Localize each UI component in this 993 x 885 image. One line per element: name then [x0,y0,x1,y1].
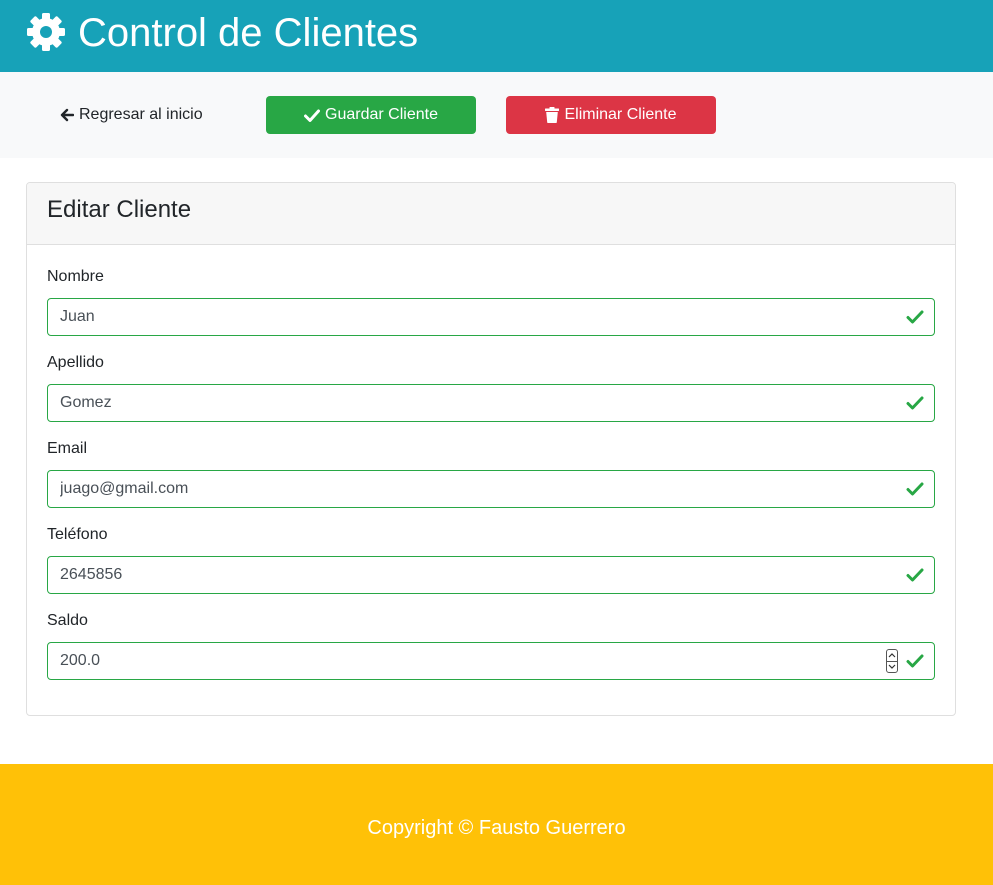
field-email: Email [47,439,935,508]
delete-client-button[interactable]: Eliminar Cliente [506,96,716,134]
apellido-input[interactable] [60,385,860,421]
saldo-stepper[interactable] [886,649,898,673]
stepper-down-icon[interactable] [887,660,897,673]
saldo-input-wrapper [47,642,935,680]
valid-check-icon [906,568,924,582]
app-title: Control de Clientes [78,11,419,55]
copyright-text: Copyright © Fausto Guerrero [367,817,626,839]
card-header: Editar Cliente [27,183,955,245]
app-header: Control de Clientes [0,0,993,72]
nombre-input-wrapper [47,298,935,336]
nombre-input[interactable] [60,299,860,335]
field-telefono: Teléfono [47,525,935,594]
telefono-input[interactable] [60,557,860,593]
telefono-label: Teléfono [47,526,108,543]
delete-button-label: Eliminar Cliente [564,106,677,123]
apellido-input-wrapper [47,384,935,422]
check-icon [304,109,321,122]
save-button-label: Guardar Cliente [325,106,438,123]
field-apellido: Apellido [47,353,935,422]
back-to-home-link[interactable]: Regresar al inicio [60,105,203,125]
valid-check-icon [906,654,924,668]
email-input[interactable] [60,471,860,507]
gear-icon [27,13,65,51]
valid-check-icon [906,396,924,410]
arrow-left-icon [60,108,74,122]
action-toolbar: Regresar al inicio Guardar Cliente Elimi… [0,72,993,158]
email-input-wrapper [47,470,935,508]
field-saldo: Saldo [47,611,935,680]
telefono-input-wrapper [47,556,935,594]
saldo-label: Saldo [47,612,88,629]
nombre-label: Nombre [47,268,104,285]
trash-icon [545,107,560,123]
field-nombre: Nombre [47,267,935,336]
saldo-input[interactable] [60,643,860,679]
email-label: Email [47,440,88,457]
apellido-label: Apellido [47,354,104,371]
card-title: Editar Cliente [47,196,192,223]
valid-check-icon [906,482,924,496]
stepper-up-icon[interactable] [887,650,897,661]
edit-client-card: Editar Cliente Nombre Apellido Email [26,182,956,716]
valid-check-icon [906,310,924,324]
page-footer: Copyright © Fausto Guerrero [0,764,993,885]
back-link-label: Regresar al inicio [79,106,203,123]
save-client-button[interactable]: Guardar Cliente [266,96,476,134]
